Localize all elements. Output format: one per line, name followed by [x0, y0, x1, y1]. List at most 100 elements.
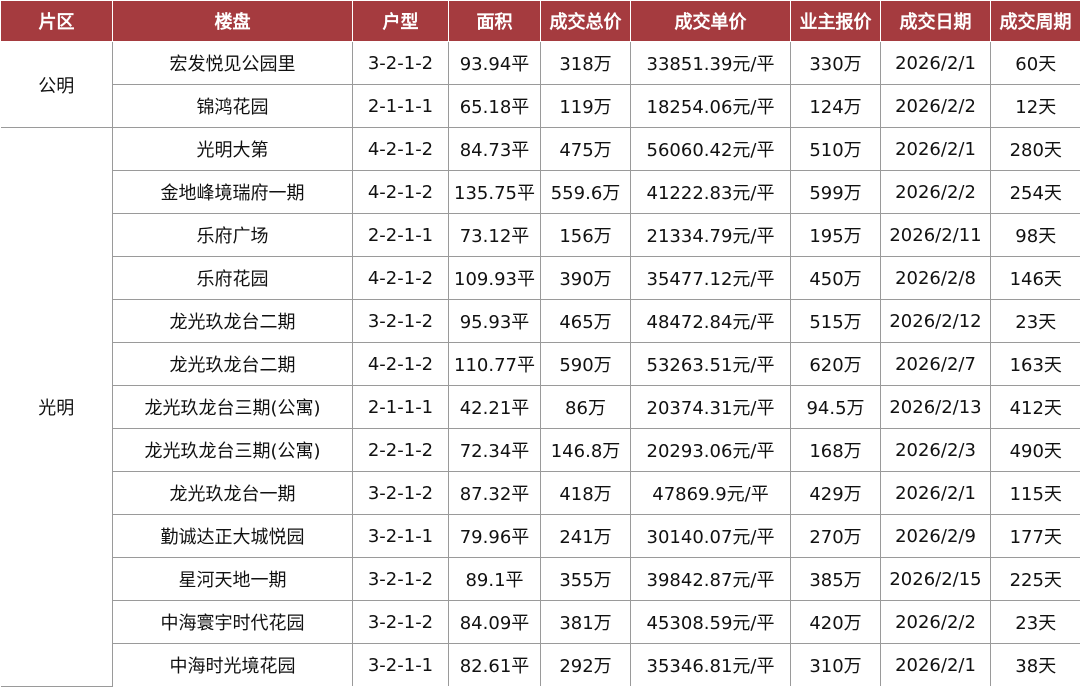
layout-cell: 2-1-1-1 [353, 386, 449, 429]
layout-cell: 3-2-1-1 [353, 515, 449, 558]
area-cell: 84.09平 [449, 601, 541, 644]
unit-price-cell: 35477.12元/平 [631, 257, 791, 300]
deal-date-cell: 2026/2/8 [881, 257, 991, 300]
asking-price-cell: 94.5万 [791, 386, 881, 429]
layout-cell: 3-2-1-1 [353, 644, 449, 687]
table-row: 龙光玖龙台一期3-2-1-287.32平418万47869.9元/平429万20… [1, 472, 1080, 515]
estate-cell: 锦鸿花园 [113, 85, 353, 128]
deal-cycle-cell: 60天 [991, 42, 1080, 85]
unit-price-cell: 21334.79元/平 [631, 214, 791, 257]
area-cell: 79.96平 [449, 515, 541, 558]
total-price-cell: 292万 [541, 644, 631, 687]
deal-date-cell: 2026/2/1 [881, 472, 991, 515]
table-row: 金地峰境瑞府一期4-2-1-2135.75平559.6万41222.83元/平5… [1, 171, 1080, 214]
deal-cycle-cell: 115天 [991, 472, 1080, 515]
total-price-cell: 318万 [541, 42, 631, 85]
total-price-cell: 241万 [541, 515, 631, 558]
estate-cell: 中海时光境花园 [113, 644, 353, 687]
region-cell: 光明 [1, 128, 113, 687]
header-deal-date: 成交日期 [881, 1, 991, 42]
estate-cell: 星河天地一期 [113, 558, 353, 601]
total-price-cell: 590万 [541, 343, 631, 386]
table-body: 公明宏发悦见公园里3-2-1-293.94平318万33851.39元/平330… [1, 42, 1080, 687]
estate-cell: 中海寰宇时代花园 [113, 601, 353, 644]
deal-cycle-cell: 23天 [991, 601, 1080, 644]
region-cell: 公明 [1, 42, 113, 128]
asking-price-cell: 450万 [791, 257, 881, 300]
unit-price-cell: 48472.84元/平 [631, 300, 791, 343]
unit-price-cell: 35346.81元/平 [631, 644, 791, 687]
table-row: 龙光玖龙台二期3-2-1-295.93平465万48472.84元/平515万2… [1, 300, 1080, 343]
unit-price-cell: 39842.87元/平 [631, 558, 791, 601]
total-price-cell: 465万 [541, 300, 631, 343]
header-estate: 楼盘 [113, 1, 353, 42]
unit-price-cell: 41222.83元/平 [631, 171, 791, 214]
deal-date-cell: 2026/2/12 [881, 300, 991, 343]
area-cell: 87.32平 [449, 472, 541, 515]
estate-cell: 乐府广场 [113, 214, 353, 257]
deal-cycle-cell: 254天 [991, 171, 1080, 214]
layout-cell: 3-2-1-2 [353, 601, 449, 644]
asking-price-cell: 620万 [791, 343, 881, 386]
deal-date-cell: 2026/2/13 [881, 386, 991, 429]
unit-price-cell: 20374.31元/平 [631, 386, 791, 429]
deal-cycle-cell: 23天 [991, 300, 1080, 343]
estate-cell: 龙光玖龙台二期 [113, 343, 353, 386]
deal-date-cell: 2026/2/2 [881, 601, 991, 644]
table-row: 星河天地一期3-2-1-289.1平355万39842.87元/平385万202… [1, 558, 1080, 601]
header-area: 面积 [449, 1, 541, 42]
area-cell: 95.93平 [449, 300, 541, 343]
deal-cycle-cell: 177天 [991, 515, 1080, 558]
table-row: 公明宏发悦见公园里3-2-1-293.94平318万33851.39元/平330… [1, 42, 1080, 85]
asking-price-cell: 310万 [791, 644, 881, 687]
total-price-cell: 119万 [541, 85, 631, 128]
area-cell: 135.75平 [449, 171, 541, 214]
asking-price-cell: 429万 [791, 472, 881, 515]
unit-price-cell: 18254.06元/平 [631, 85, 791, 128]
area-cell: 89.1平 [449, 558, 541, 601]
table-row: 龙光玖龙台三期(公寓)2-2-1-272.34平146.8万20293.06元/… [1, 429, 1080, 472]
estate-cell: 龙光玖龙台一期 [113, 472, 353, 515]
estate-cell: 金地峰境瑞府一期 [113, 171, 353, 214]
deal-date-cell: 2026/2/1 [881, 42, 991, 85]
unit-price-cell: 33851.39元/平 [631, 42, 791, 85]
header-layout: 户型 [353, 1, 449, 42]
deal-cycle-cell: 146天 [991, 257, 1080, 300]
header-row: 片区 楼盘 户型 面积 成交总价 成交单价 业主报价 成交日期 成交周期 [1, 1, 1080, 42]
area-cell: 42.21平 [449, 386, 541, 429]
total-price-cell: 146.8万 [541, 429, 631, 472]
area-cell: 109.93平 [449, 257, 541, 300]
header-unit-price: 成交单价 [631, 1, 791, 42]
unit-price-cell: 45308.59元/平 [631, 601, 791, 644]
layout-cell: 4-2-1-2 [353, 128, 449, 171]
deal-date-cell: 2026/2/3 [881, 429, 991, 472]
asking-price-cell: 420万 [791, 601, 881, 644]
unit-price-cell: 53263.51元/平 [631, 343, 791, 386]
table-row: 中海寰宇时代花园3-2-1-284.09平381万45308.59元/平420万… [1, 601, 1080, 644]
asking-price-cell: 270万 [791, 515, 881, 558]
deal-date-cell: 2026/2/7 [881, 343, 991, 386]
estate-cell: 光明大第 [113, 128, 353, 171]
asking-price-cell: 515万 [791, 300, 881, 343]
area-cell: 82.61平 [449, 644, 541, 687]
asking-price-cell: 510万 [791, 128, 881, 171]
deal-cycle-cell: 38天 [991, 644, 1080, 687]
table-row: 勤诚达正大城悦园3-2-1-179.96平241万30140.07元/平270万… [1, 515, 1080, 558]
area-cell: 65.18平 [449, 85, 541, 128]
deal-date-cell: 2026/2/2 [881, 171, 991, 214]
estate-cell: 勤诚达正大城悦园 [113, 515, 353, 558]
layout-cell: 3-2-1-2 [353, 558, 449, 601]
deal-cycle-cell: 225天 [991, 558, 1080, 601]
table-row: 乐府花园4-2-1-2109.93平390万35477.12元/平450万202… [1, 257, 1080, 300]
layout-cell: 4-2-1-2 [353, 257, 449, 300]
deal-date-cell: 2026/2/1 [881, 128, 991, 171]
unit-price-cell: 47869.9元/平 [631, 472, 791, 515]
deal-cycle-cell: 412天 [991, 386, 1080, 429]
area-cell: 73.12平 [449, 214, 541, 257]
transactions-table: 片区 楼盘 户型 面积 成交总价 成交单价 业主报价 成交日期 成交周期 公明宏… [0, 0, 1080, 687]
area-cell: 110.77平 [449, 343, 541, 386]
unit-price-cell: 30140.07元/平 [631, 515, 791, 558]
area-cell: 93.94平 [449, 42, 541, 85]
asking-price-cell: 599万 [791, 171, 881, 214]
layout-cell: 3-2-1-2 [353, 42, 449, 85]
